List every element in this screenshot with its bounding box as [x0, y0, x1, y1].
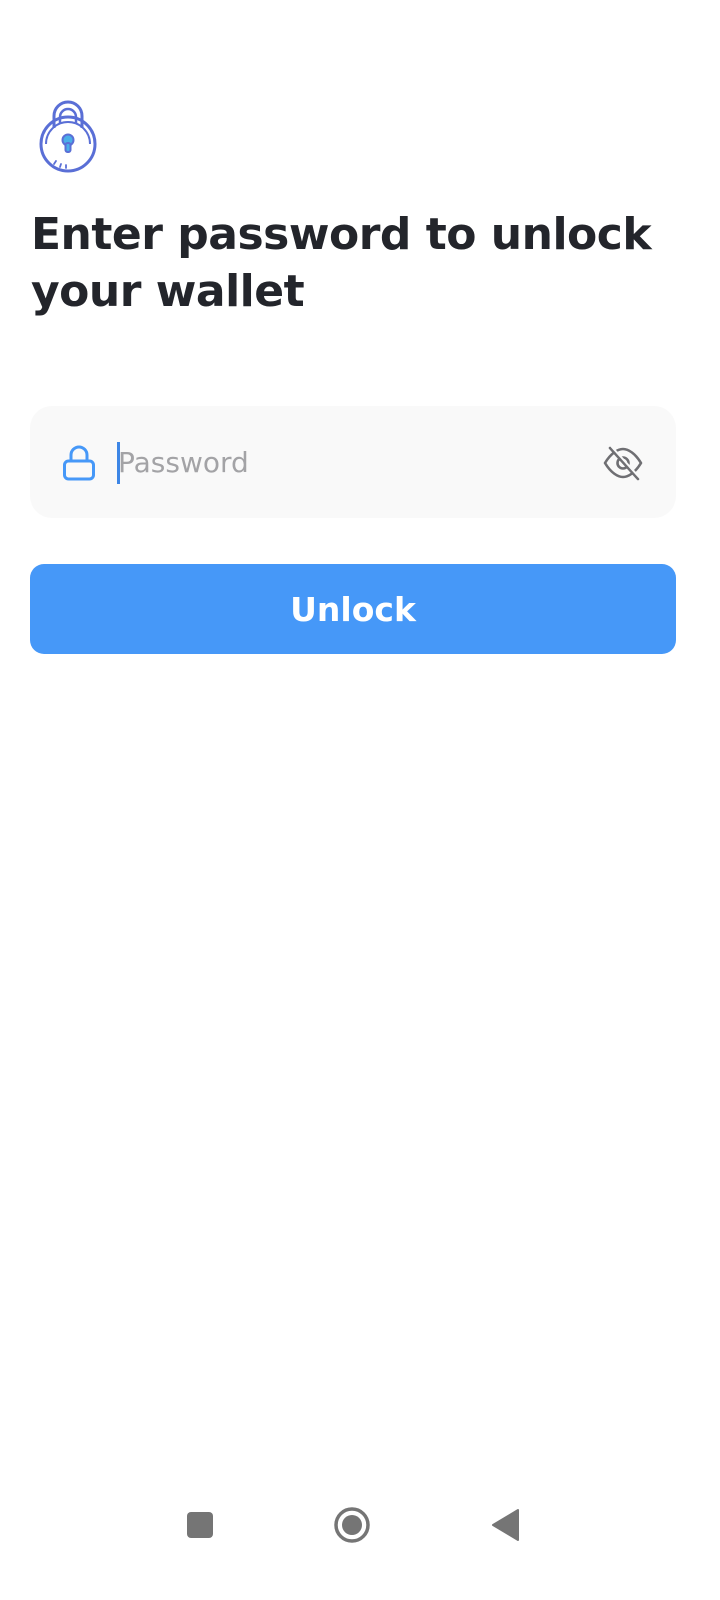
password-input[interactable] [118, 434, 578, 490]
triangle-back-icon[interactable] [484, 1503, 528, 1547]
circle-icon[interactable] [330, 1503, 374, 1547]
unlock-button[interactable]: Unlock [30, 564, 676, 654]
password-field-container[interactable] [30, 406, 676, 518]
unlock-screen: Enter password to unlock your wallet Unl… [0, 0, 720, 1600]
lock-icon [63, 445, 95, 481]
padlock-icon [39, 100, 97, 173]
page-title: Enter password to unlock your wallet [31, 209, 652, 317]
system-navigation-bar [0, 1490, 720, 1560]
eye-off-icon[interactable] [602, 444, 644, 482]
square-icon[interactable] [178, 1503, 222, 1547]
